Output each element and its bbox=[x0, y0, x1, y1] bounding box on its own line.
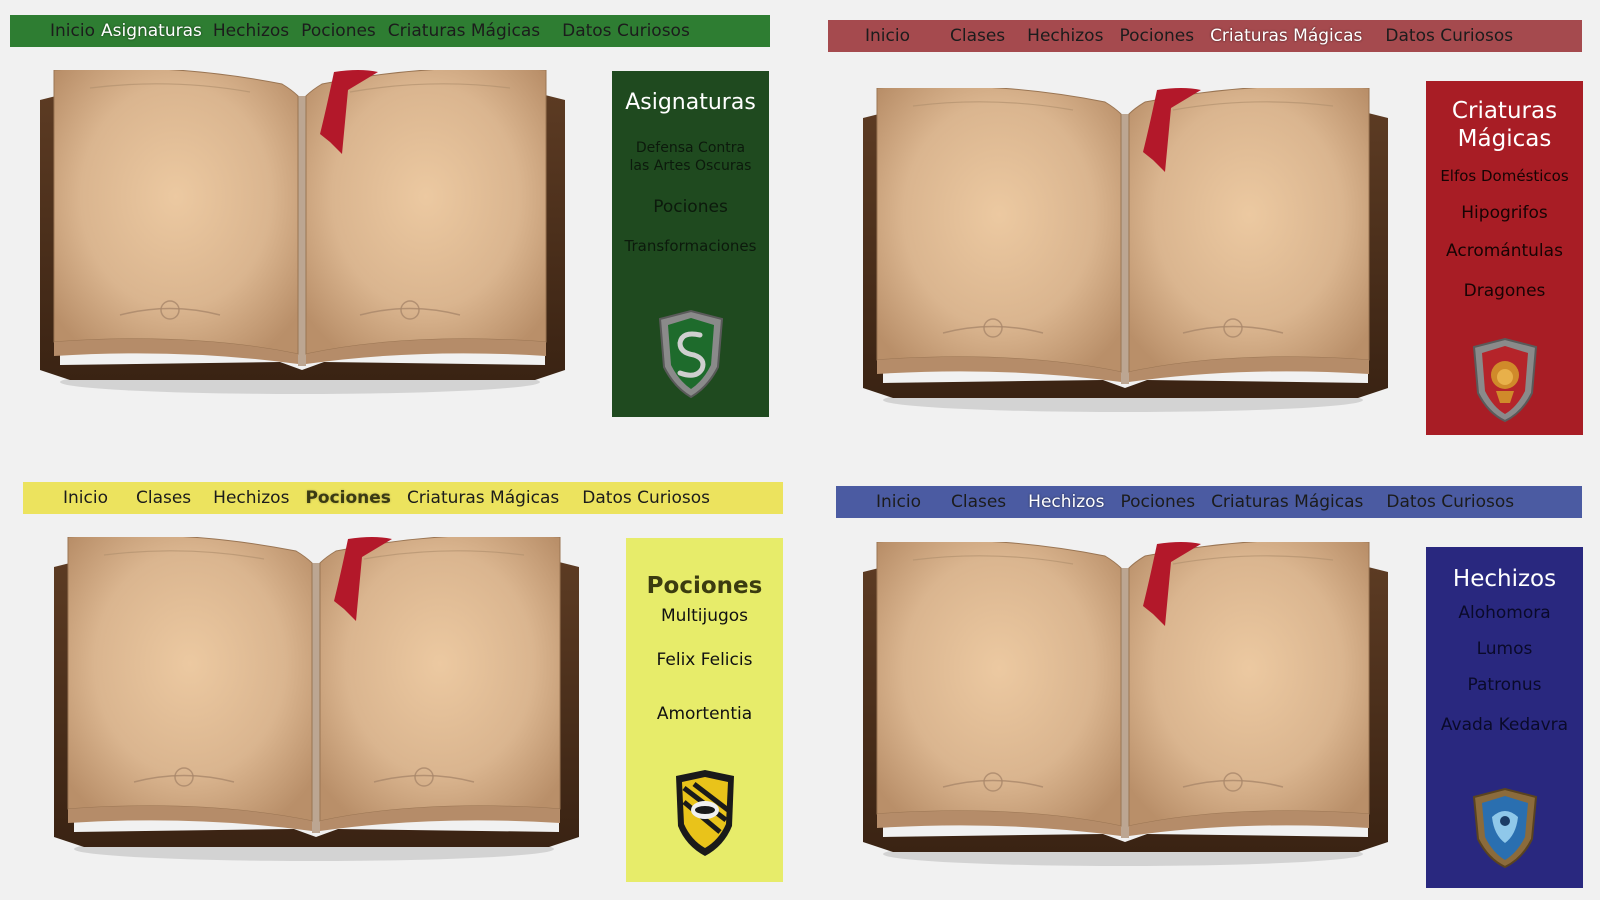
gryffindor-panel: Criaturas Mágicas Elfos Domésticos Hipog… bbox=[1426, 81, 1583, 435]
nav-inicio[interactable]: Inicio bbox=[63, 488, 108, 508]
nav-criaturas-magicas[interactable]: Criaturas Mágicas bbox=[1211, 492, 1363, 512]
panel-item-amortentia[interactable]: Amortentia bbox=[626, 704, 783, 724]
nav-clases[interactable]: Clases bbox=[950, 26, 1005, 46]
nav-hechizos[interactable]: Hechizos bbox=[213, 488, 289, 508]
nav-criaturas-magicas[interactable]: Criaturas Mágicas bbox=[1210, 26, 1362, 46]
ravenclaw-navbar: Inicio Clases Hechizos Pociones Criatura… bbox=[836, 486, 1582, 518]
open-book-image bbox=[862, 542, 1389, 867]
nav-datos-curiosos[interactable]: Datos Curiosos bbox=[582, 488, 710, 508]
panel-item-dragones[interactable]: Dragones bbox=[1426, 281, 1583, 301]
panel-item-transformaciones[interactable]: Transformaciones bbox=[612, 237, 769, 255]
nav-pociones[interactable]: Pociones bbox=[1119, 26, 1194, 46]
panel-item-felix-felicis[interactable]: Felix Felicis bbox=[626, 650, 783, 670]
panel-title: Criaturas Mágicas bbox=[1451, 98, 1558, 152]
panel-title: Asignaturas bbox=[625, 90, 756, 115]
nav-datos-curiosos[interactable]: Datos Curiosos bbox=[1385, 26, 1513, 46]
panel-item-multijugos[interactable]: Multijugos bbox=[626, 606, 783, 626]
slytherin-navbar: Inicio Asignaturas Hechizos Pociones Cri… bbox=[10, 15, 770, 47]
panel-title: Hechizos bbox=[1452, 566, 1557, 592]
nav-hechizos[interactable]: Hechizos bbox=[1027, 26, 1103, 46]
slytherin-panel: Asignaturas Defensa Contra las Artes Osc… bbox=[612, 71, 769, 417]
ravenclaw-crest-icon bbox=[1472, 787, 1537, 869]
panel-item-patronus[interactable]: Patronus bbox=[1426, 675, 1583, 695]
hufflepuff-crest-icon bbox=[675, 770, 734, 856]
nav-hechizos[interactable]: Hechizos bbox=[213, 21, 289, 41]
open-book-image bbox=[862, 88, 1389, 413]
nav-datos-curiosos[interactable]: Datos Curiosos bbox=[1386, 492, 1514, 512]
gryffindor-crest-icon bbox=[1472, 337, 1537, 423]
panel-title: Pociones bbox=[646, 573, 763, 599]
panel-item-avada-kedavra[interactable]: Avada Kedavra bbox=[1426, 715, 1583, 735]
panel-item-alohomora[interactable]: Alohomora bbox=[1426, 603, 1583, 623]
panel-item-hipogrifos[interactable]: Hipogrifos bbox=[1426, 203, 1583, 223]
panel-item-pociones[interactable]: Pociones bbox=[612, 197, 769, 217]
nav-inicio[interactable]: Inicio bbox=[50, 21, 95, 41]
hufflepuff-panel: Pociones Multijugos Felix Felicis Amorte… bbox=[626, 538, 783, 882]
nav-clases[interactable]: Clases bbox=[951, 492, 1006, 512]
nav-criaturas-magicas[interactable]: Criaturas Mágicas bbox=[388, 21, 540, 41]
panel-item-defensa[interactable]: Defensa Contra las Artes Oscuras bbox=[626, 139, 755, 175]
panel-item-elfos[interactable]: Elfos Domésticos bbox=[1426, 167, 1583, 185]
nav-pociones[interactable]: Pociones bbox=[305, 488, 390, 508]
hufflepuff-navbar: Inicio Clases Hechizos Pociones Criatura… bbox=[23, 482, 783, 514]
nav-pociones[interactable]: Pociones bbox=[301, 21, 376, 41]
nav-criaturas-magicas[interactable]: Criaturas Mágicas bbox=[407, 488, 559, 508]
ravenclaw-panel: Hechizos Alohomora Lumos Patronus Avada … bbox=[1426, 547, 1583, 888]
nav-inicio[interactable]: Inicio bbox=[865, 26, 910, 46]
nav-clases[interactable]: Clases bbox=[136, 488, 191, 508]
nav-pociones[interactable]: Pociones bbox=[1120, 492, 1195, 512]
open-book-image bbox=[39, 70, 566, 395]
slytherin-crest-icon bbox=[658, 309, 723, 399]
open-book-image bbox=[53, 537, 580, 862]
gryffindor-navbar: Inicio Clases Hechizos Pociones Criatura… bbox=[828, 20, 1582, 52]
panel-item-acromantulas[interactable]: Acromántulas bbox=[1426, 241, 1583, 261]
nav-datos-curiosos[interactable]: Datos Curiosos bbox=[562, 21, 690, 41]
nav-hechizos[interactable]: Hechizos bbox=[1028, 492, 1104, 512]
nav-inicio[interactable]: Inicio bbox=[876, 492, 921, 512]
nav-asignaturas[interactable]: Asignaturas bbox=[101, 21, 202, 41]
panel-item-lumos[interactable]: Lumos bbox=[1426, 639, 1583, 659]
